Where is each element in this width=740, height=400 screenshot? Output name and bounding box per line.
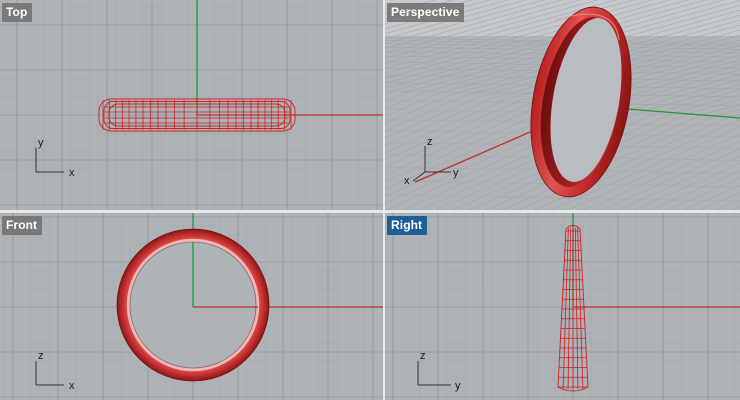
ring-wireframe-right[interactable] [557, 225, 589, 392]
right-viewport-canvas[interactable]: y z [385, 213, 740, 400]
right-axis-v-label: z [420, 350, 426, 362]
perspective-viewport-canvas[interactable]: y z x [385, 0, 740, 210]
viewport-tab-perspective[interactable]: Perspective [387, 3, 465, 22]
front-viewport[interactable]: x z Front [0, 213, 383, 400]
ring-wire [567, 227, 572, 390]
persp-axis-d-label: x [404, 175, 410, 187]
perspective-viewport[interactable]: y z x Perspective [385, 0, 740, 210]
front-axis-v-label: z [38, 350, 44, 362]
top-viewport[interactable]: x y Top [0, 0, 383, 210]
viewport-grid: x y Top y z x Perspective x z Front y z … [0, 0, 740, 400]
axis-gizmo-icon [417, 361, 451, 386]
ring-wire [574, 227, 579, 390]
viewport-tab-front[interactable]: Front [2, 216, 43, 235]
viewport-tab-right[interactable]: Right [387, 216, 428, 235]
top-axis-v-label: y [38, 137, 44, 149]
persp-axis-v-label: z [427, 136, 433, 148]
top-grid [0, 0, 383, 210]
viewport-divider-vertical[interactable] [383, 0, 385, 400]
right-viewport[interactable]: y z Right [385, 213, 740, 400]
top-axis-h-label: x [69, 167, 75, 179]
front-axis-h-label: x [69, 380, 75, 392]
top-viewport-canvas[interactable]: x y [0, 0, 383, 210]
viewport-tab-top[interactable]: Top [2, 3, 33, 22]
right-axis-h-label: y [455, 380, 461, 392]
front-viewport-canvas[interactable]: x z [0, 213, 383, 400]
persp-axis-h-label: y [453, 167, 459, 179]
viewport-divider-horizontal[interactable] [0, 210, 740, 213]
